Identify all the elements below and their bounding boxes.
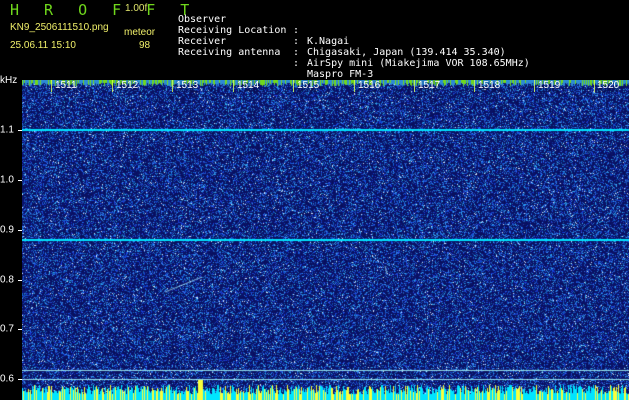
location-row: Receiving Location : Chigasaki, Japan (1… [178, 14, 608, 58]
axis-label-0-9: 0.9 [0, 224, 14, 236]
meteor-count: 98 [139, 40, 151, 51]
header-panel: H R O F F T 1.00f KN9_2506111510.png met… [0, 0, 629, 80]
antenna-row: Receiving antenna : Maspro FM-3 [178, 36, 608, 80]
antenna-label: Receiving antenna [178, 47, 281, 58]
antenna-separator: : [293, 58, 300, 69]
file-name-label: KN9_2506111510.png [10, 22, 109, 33]
axis-label-0-7: 0.7 [0, 323, 14, 335]
antenna-value: Maspro FM-3 [307, 69, 374, 80]
meteor-label: meteor [124, 27, 156, 38]
receiver-separator: : [293, 47, 300, 58]
observer-row: Observer : K.Nagai [178, 3, 608, 47]
axis-label-0-8: 0.8 [0, 274, 14, 286]
app-version: 1.00f [125, 3, 148, 14]
spectrogram-canvas [22, 80, 629, 400]
location-value: Chigasaki, Japan (139.414 35.340) [307, 47, 506, 58]
frequency-unit: kHz [0, 75, 18, 86]
spectrogram-frame [22, 80, 629, 400]
axis-label-1-0: 1.0 [0, 174, 14, 186]
app-brand: H R O F F T [10, 1, 198, 19]
axis-label-0-6: 0.6 [0, 373, 14, 385]
receiver-value: AirSpy mini (Miakejima VOR 108.65MHz) [307, 58, 530, 69]
date-time-label: 25.06.11 15:10 [10, 40, 76, 51]
metadata-block: Observer : K.Nagai Receiving Location : … [178, 3, 608, 80]
receiver-row: Receiver : AirSpy mini (Miakejima VOR 10… [178, 25, 608, 69]
axis-label-1-1: 1.1 [0, 124, 14, 136]
